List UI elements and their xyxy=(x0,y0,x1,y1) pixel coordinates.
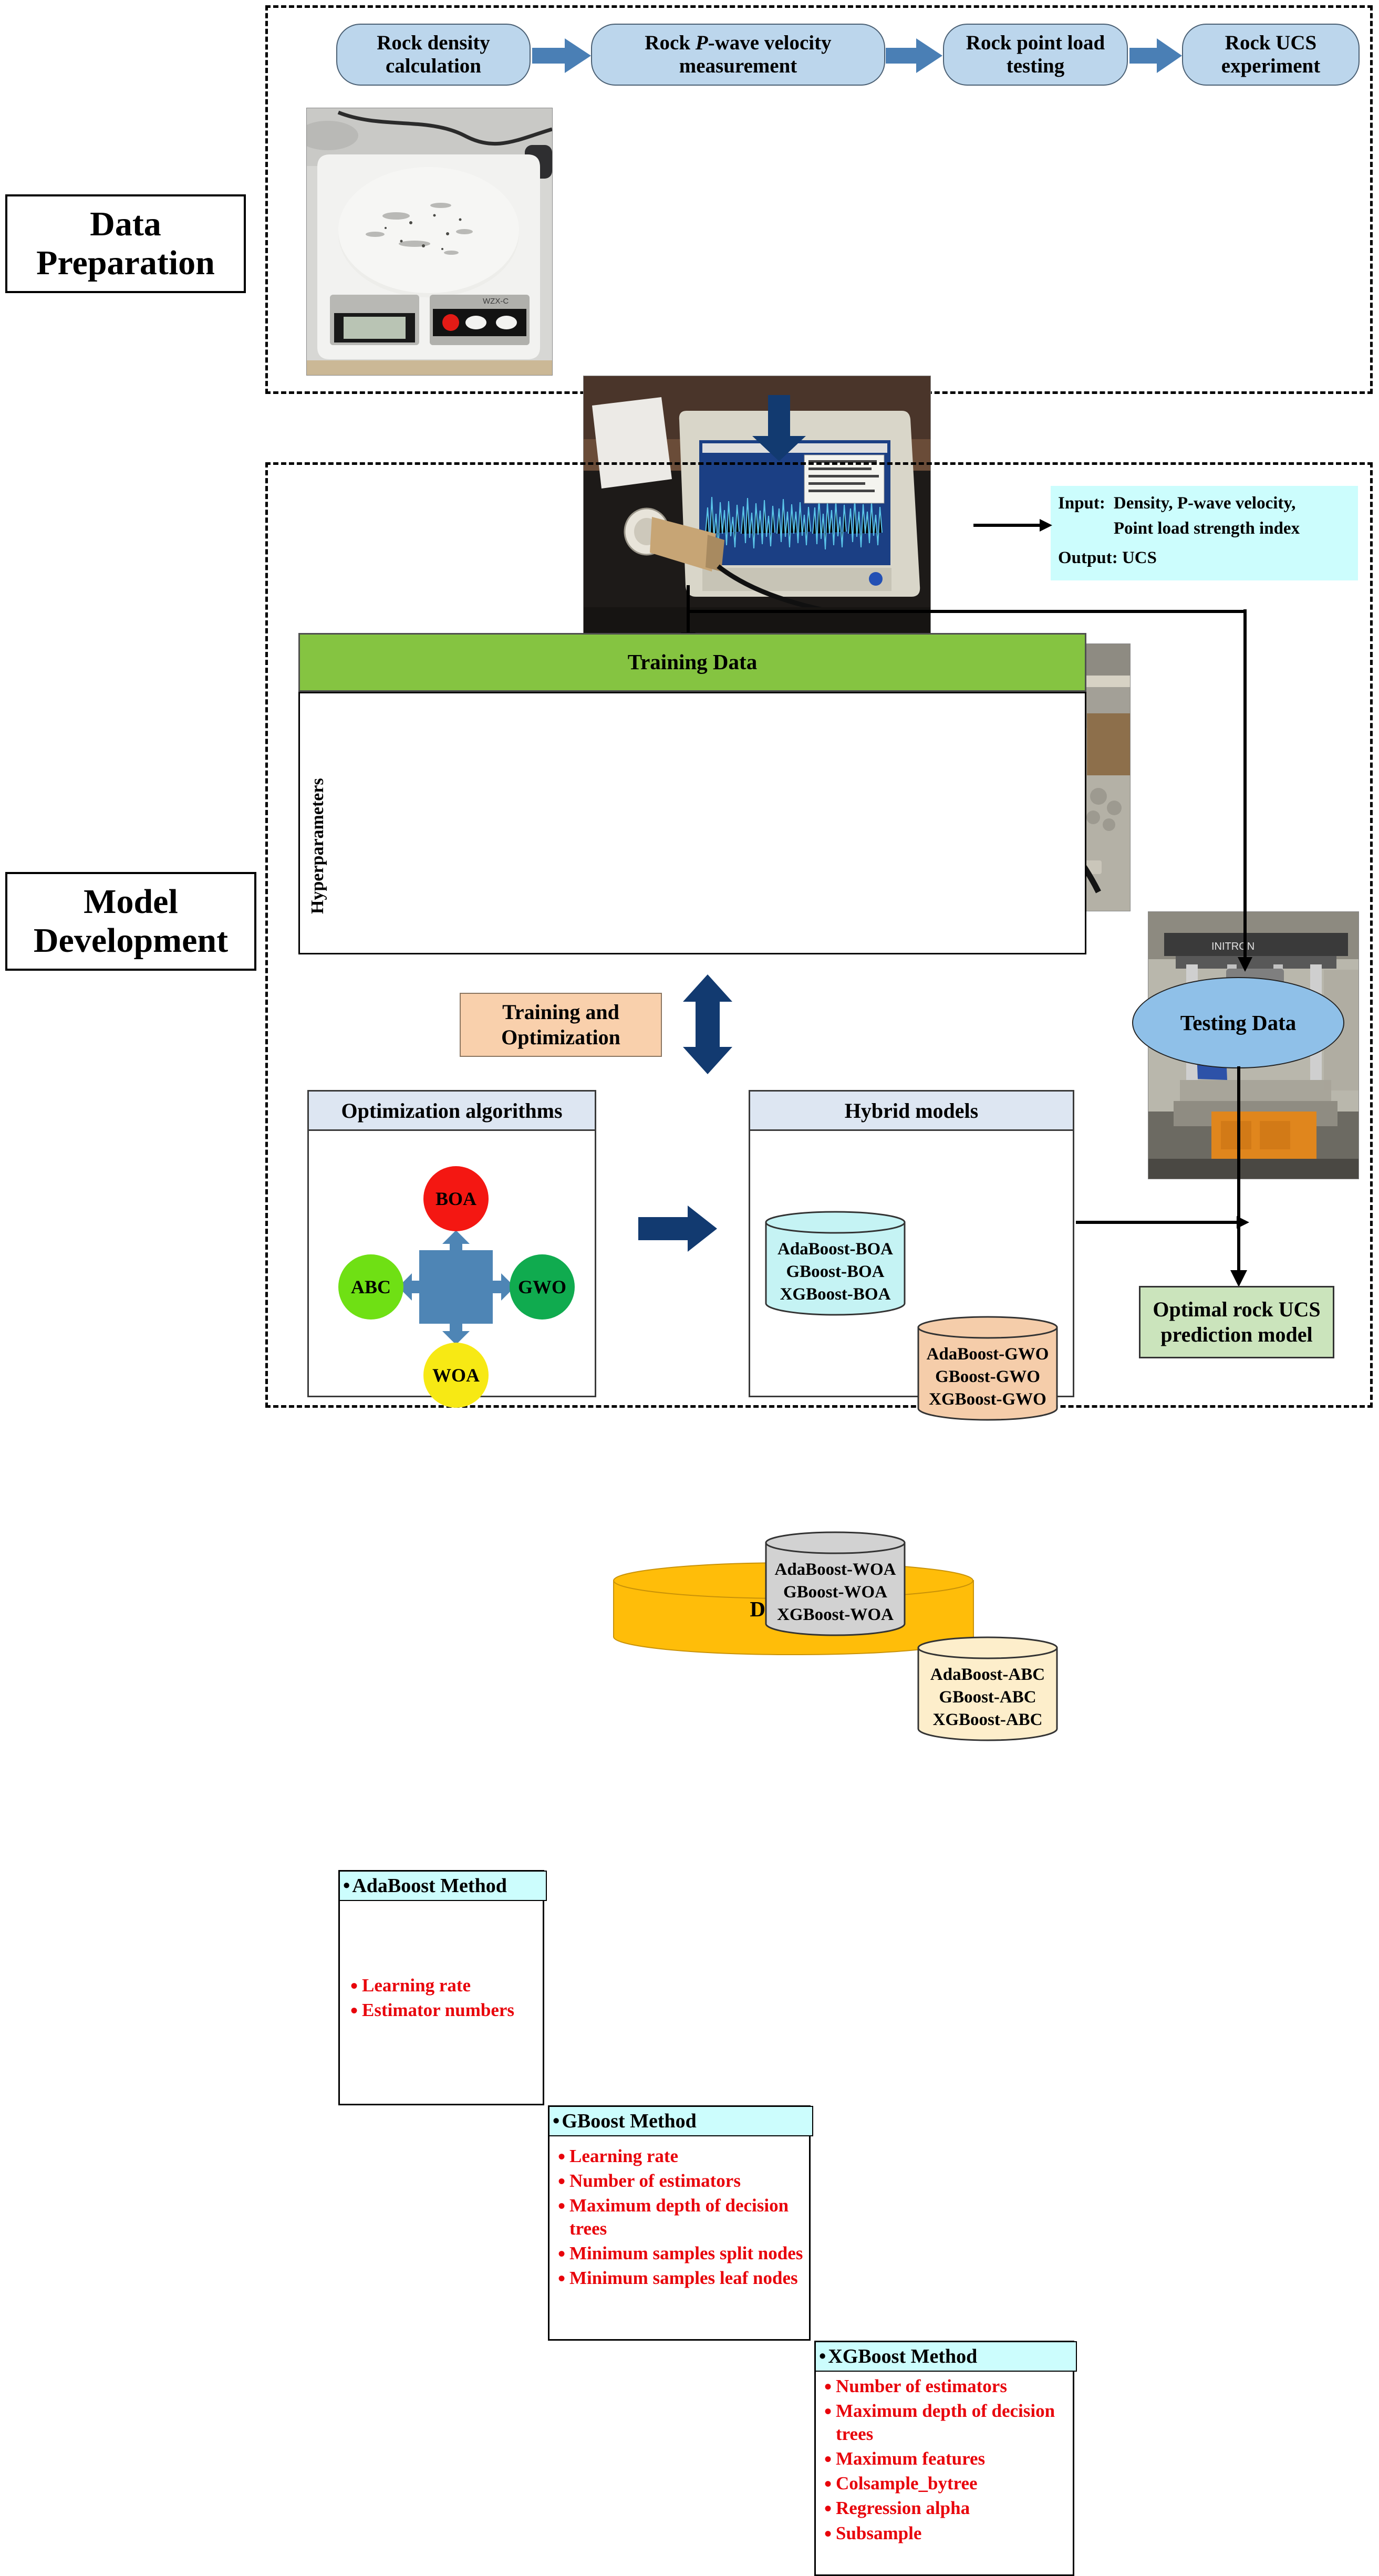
hyperparam-item: Estimator numbers xyxy=(348,1998,543,2024)
hyperparam-item: Regression alpha xyxy=(822,2496,1074,2522)
method-column-adaboost: • AdaBoost Method Learning rate Estimato… xyxy=(338,1870,547,2105)
stage-label-data-preparation: Data Preparation xyxy=(5,194,246,293)
method-header-adaboost: • AdaBoost Method xyxy=(339,1871,547,1901)
optimization-algorithms-title: Optimization algorithms xyxy=(309,1092,595,1131)
method-column-gboost: • GBoost Method Learning rate Number of … xyxy=(548,2105,813,2341)
hybrid-cylinder-gwo: AdaBoost-GWO GBoost-GWO XGBoost-GWO xyxy=(917,1316,1058,1421)
optimization-algorithms-panel: Optimization algorithms BOA ABC GWO WOA xyxy=(307,1090,596,1408)
process-box-point-load-label: Rock point load testing xyxy=(966,31,1105,77)
hybrid-cylinder-gwo-models: AdaBoost-GWO GBoost-GWO XGBoost-GWO xyxy=(926,1345,1049,1409)
algorithm-circle-gwo-label: GWO xyxy=(517,1276,566,1297)
method-header-xgboost: • XGBoost Method xyxy=(815,2341,1077,2372)
hub-arrow-down xyxy=(442,1323,470,1345)
hyperparam-item: Learning rate xyxy=(348,1973,543,2000)
hyperparam-item: Maximum depth of decision trees xyxy=(556,2193,811,2240)
hyperparam-list-gboost: Learning rate Number of estimators Maxim… xyxy=(556,2144,811,2292)
method-header-xgboost-label: XGBoost Method xyxy=(828,2345,978,2367)
hyperparam-item: Maximum features xyxy=(822,2446,1074,2473)
process-box-ucs-experiment-label: Rock UCS experiment xyxy=(1221,31,1321,77)
io-input-label: Input: xyxy=(1058,494,1105,513)
hybrid-cylinder-woa: AdaBoost-WOA GBoost-WOA XGBoost-WOA xyxy=(765,1531,906,1636)
arrow-optalgo-to-hybrid xyxy=(638,1206,717,1252)
optimization-hub xyxy=(419,1250,493,1324)
hyperparam-list-adaboost: Learning rate Estimator numbers xyxy=(348,1973,543,2024)
svg-text:WZX-C: WZX-C xyxy=(483,297,509,306)
hyperparam-item: Learning rate xyxy=(556,2144,811,2170)
process-box-rock-density-label: Rock density calculation xyxy=(377,31,490,77)
hybrid-cylinder-boa-models: AdaBoost-BOA GBoost-BOA XGBoost-BOA xyxy=(777,1240,894,1304)
method-header-gboost: • GBoost Method xyxy=(548,2106,813,2136)
hyperparameters-frame xyxy=(298,692,1086,954)
hyperparam-item: Minimum samples split nodes xyxy=(556,2241,811,2268)
hybrid-models-panel: Hybrid models AdaBoost-BOA GBoost-BOA XG… xyxy=(749,1090,1074,1741)
arrow-hybrid-to-testing-line xyxy=(1076,1216,1249,1229)
arrow-testing-to-optimal xyxy=(1230,1066,1247,1287)
algorithm-circle-abc-label: ABC xyxy=(350,1276,391,1297)
io-input-line2: Point load strength index xyxy=(1113,518,1300,538)
block-arrow-3 xyxy=(1129,38,1182,73)
io-input-line1: Density, P-wave velocity, xyxy=(1113,494,1296,513)
hyperparam-item: Subsample xyxy=(822,2521,1074,2548)
optimal-model-label: Optimal rock UCS prediction model xyxy=(1153,1297,1321,1346)
algorithm-circle-woa[interactable]: WOA xyxy=(423,1343,489,1408)
algorithm-circle-boa-label: BOA xyxy=(435,1188,476,1209)
arrow-database-to-io xyxy=(973,519,1052,532)
bidirectional-arrow-training xyxy=(683,974,732,1074)
section-connector-arrow xyxy=(752,395,806,461)
testing-data-oval: Testing Data xyxy=(1132,977,1344,1068)
connector-to-testing-data xyxy=(1238,609,1252,972)
hyperparam-item: Number of estimators xyxy=(822,2374,1074,2401)
io-output-value: UCS xyxy=(1122,548,1157,567)
hybrid-cylinder-abc: AdaBoost-ABC GBoost-ABC XGBoost-ABC xyxy=(917,1636,1058,1741)
algorithm-circle-woa-label: WOA xyxy=(432,1365,480,1386)
training-data-label: Training Data xyxy=(627,650,758,674)
process-box-point-load[interactable]: Rock point load testing xyxy=(943,24,1128,86)
io-spec-box: Input: Density, P-wave velocity, Point l… xyxy=(1051,486,1358,580)
method-header-gboost-label: GBoost Method xyxy=(562,2110,697,2132)
training-optimization-box: Training and Optimization xyxy=(460,993,662,1057)
stage-label-data-preparation-text: Data Preparation xyxy=(36,205,215,282)
hybrid-cylinder-woa-models: AdaBoost-WOA GBoost-WOA XGBoost-WOA xyxy=(774,1560,896,1624)
algorithm-circle-abc[interactable]: ABC xyxy=(338,1254,403,1320)
block-arrow-1 xyxy=(532,38,591,73)
hybrid-cylinder-abc-models: AdaBoost-ABC GBoost-ABC XGBoost-ABC xyxy=(930,1665,1045,1729)
algorithm-circle-boa[interactable]: BOA xyxy=(423,1166,489,1231)
optimal-model-box: Optimal rock UCS prediction model xyxy=(1139,1286,1334,1358)
method-header-adaboost-label: AdaBoost Method xyxy=(352,1875,507,1897)
stage-label-model-development-text: Model Development xyxy=(33,882,229,960)
hyperparam-item: Number of estimators xyxy=(556,2168,811,2195)
hyperparam-item: Minimum samples leaf nodes xyxy=(556,2266,811,2292)
algorithm-circle-gwo[interactable]: GWO xyxy=(510,1254,575,1320)
process-box-ucs-experiment[interactable]: Rock UCS experiment xyxy=(1182,24,1360,86)
training-data-bar: Training Data xyxy=(298,633,1086,692)
database-split-connector xyxy=(681,585,1243,645)
process-box-rock-density[interactable]: Rock density calculation xyxy=(336,24,531,86)
process-box-pwave-velocity-label: Rock P-wave velocity measurement xyxy=(645,31,832,77)
stage-label-model-development: Model Development xyxy=(5,872,256,971)
hub-arrow-up xyxy=(442,1230,470,1252)
hyperparam-item: Maximum depth of decision trees xyxy=(822,2398,1074,2446)
process-box-pwave-velocity[interactable]: Rock P-wave velocity measurement xyxy=(591,24,885,86)
method-column-xgboost: • XGBoost Method Number of estimators Ma… xyxy=(814,2341,1077,2576)
hybrid-models-title: Hybrid models xyxy=(750,1092,1073,1131)
hybrid-cylinder-boa: AdaBoost-BOA GBoost-BOA XGBoost-BOA xyxy=(765,1211,906,1316)
photo-rock-density-balance: WZX-C xyxy=(306,108,553,376)
block-arrow-2 xyxy=(886,38,942,73)
training-optimization-label: Training and Optimization xyxy=(501,1000,620,1049)
hyperparam-list-xgboost: Number of estimators Maximum depth of de… xyxy=(822,2374,1074,2548)
hyperparameters-side-label: Hyperparameters xyxy=(308,778,327,914)
testing-data-label: Testing Data xyxy=(1180,1011,1297,1035)
hyperparam-item: Colsample_bytree xyxy=(822,2471,1074,2498)
io-output-label: Output: xyxy=(1058,548,1118,567)
